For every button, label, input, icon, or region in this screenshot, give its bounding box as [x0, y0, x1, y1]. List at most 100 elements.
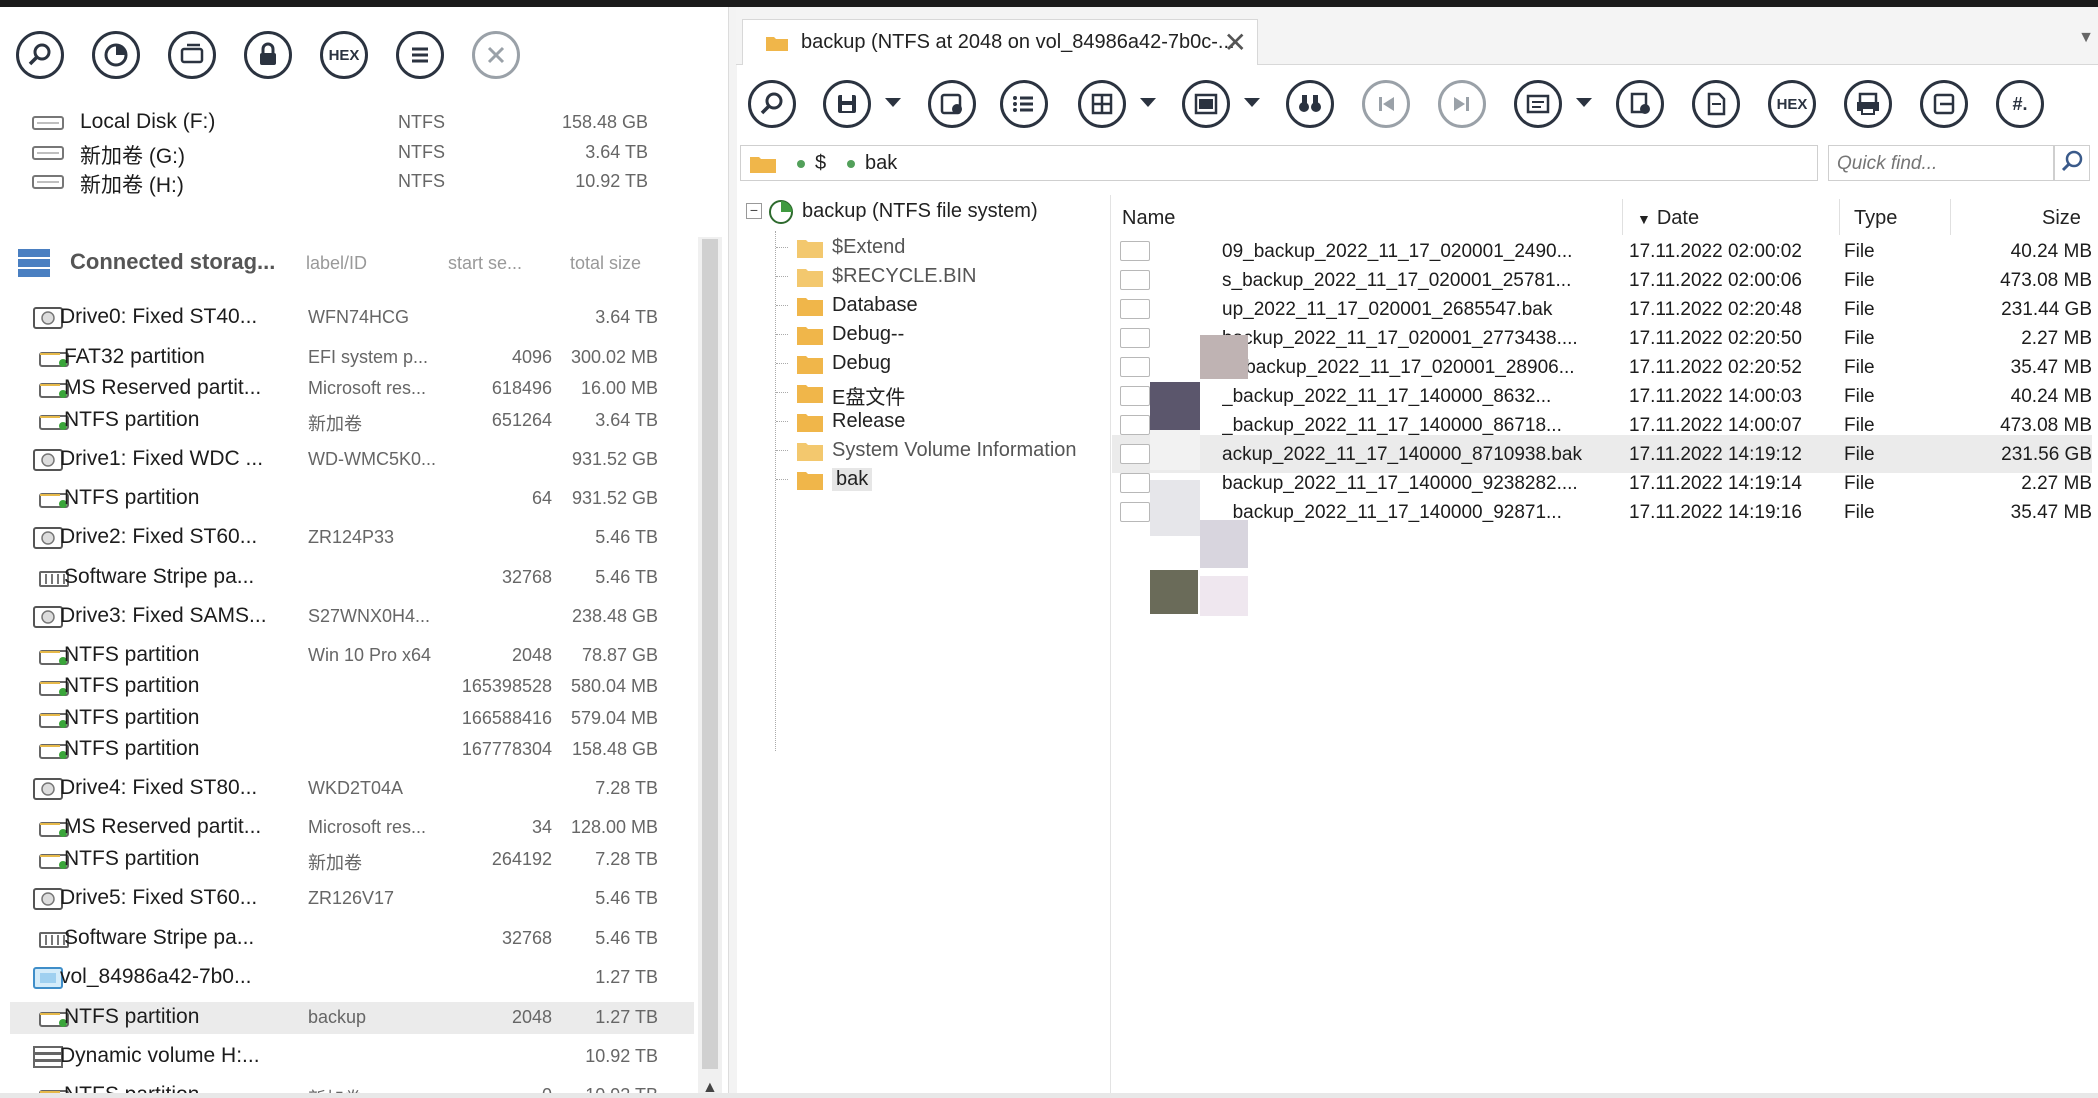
dropdown-arrow-icon[interactable]	[885, 98, 901, 107]
disk-map-button[interactable]	[92, 31, 140, 79]
search-icon	[2061, 150, 2083, 172]
collapse-icon[interactable]: −	[746, 203, 762, 219]
hex-button[interactable]: HEX	[320, 31, 368, 79]
HEX-button[interactable]: HEX	[1768, 80, 1816, 128]
hex-label: HEX	[1776, 95, 1808, 113]
drive-label: Microsoft res...	[308, 378, 427, 398]
drive-row[interactable]: Drive2: Fixed ST60... ZR124P33 5.46 TB	[10, 522, 694, 554]
tree-connector	[776, 421, 788, 422]
quick-find-box[interactable]	[1828, 145, 2054, 181]
drive-label: 新加卷	[308, 853, 362, 873]
dropdown-arrow-icon[interactable]	[1140, 98, 1156, 107]
drive-label: Microsoft res...	[308, 817, 427, 837]
drive-size: 128.00 MB	[570, 817, 658, 837]
tab-backup[interactable]: backup (NTFS at 2048 on vol_84986a42-7b0…	[742, 19, 1258, 65]
next-button[interactable]	[1438, 80, 1486, 128]
file-icon	[1120, 502, 1150, 522]
lock-icon	[260, 42, 276, 65]
file-date: 17.11.2022 02:00:02	[1629, 241, 1802, 262]
checklist-button[interactable]	[1000, 80, 1048, 128]
partition-row[interactable]: FAT32 partition EFI system p... 4096 300.02…	[10, 342, 694, 374]
file-row[interactable]: _backup_2022_11_17_140000_92871... 17.11.…	[1112, 493, 2092, 531]
disk-icon	[32, 175, 64, 189]
logical-disk-row[interactable]: Local Disk (F:) NTFS 158.48 GB	[0, 107, 700, 139]
drive-label: 新加卷	[308, 414, 362, 434]
partition-row[interactable]: Software Stripe pa... 32768 5.46 TB	[10, 562, 694, 594]
file-icon	[1120, 241, 1150, 261]
drive-size: 78.87 GB	[581, 645, 658, 665]
search-button[interactable]	[748, 80, 796, 128]
logical-disk-row[interactable]: 新加卷 (G:) NTFS 3.64 TB	[0, 137, 700, 169]
drive-label: WD-WMC5K0...	[308, 449, 436, 469]
drive-row[interactable]: Drive3: Fixed SAMS... S27WNX0H4... 238.48 …	[10, 601, 694, 633]
logical-disk-row[interactable]: 新加卷 (H:) NTFS 10.92 TB	[0, 166, 700, 198]
panel-button[interactable]	[1182, 80, 1230, 128]
folder-icon	[797, 327, 823, 345]
drive-row[interactable]: Drive0: Fixed ST40... WFN74HCG 3.64 TB	[10, 302, 694, 334]
list-icon	[412, 47, 428, 63]
partition-row[interactable]: NTFS partition backup 2048 1.27 TB	[10, 1002, 694, 1034]
drive-row[interactable]: Drive5: Fixed ST60... ZR126V17 5.46 TB	[10, 883, 694, 915]
save-button[interactable]	[823, 80, 871, 128]
tree-connector	[776, 305, 788, 306]
quick-find-input[interactable]	[1835, 148, 2039, 180]
prev-button[interactable]	[1362, 80, 1410, 128]
quick-find-button[interactable]	[2054, 145, 2090, 181]
partition-row[interactable]: NTFS partition 新加卷 651264 3.64 TB	[10, 405, 694, 437]
redaction-block	[1150, 430, 1200, 470]
list-splitter[interactable]	[1110, 195, 1111, 1095]
panel-splitter[interactable]	[728, 7, 737, 1098]
partition-row[interactable]: MS Reserved partit... Microsoft res... 618…	[10, 373, 694, 405]
partition-row[interactable]: NTFS partition 167778304 158.48 GB	[10, 734, 694, 766]
total-size-column[interactable]: total size	[570, 253, 641, 274]
folder-icon	[766, 37, 788, 51]
create-image-button[interactable]	[168, 31, 216, 79]
copy-button[interactable]	[1616, 80, 1664, 128]
file-button[interactable]	[1692, 80, 1740, 128]
search-button[interactable]	[16, 31, 64, 79]
drive-row[interactable]: Drive1: Fixed WDC ... WD-WMC5K0... 931.52 …	[10, 444, 694, 476]
path-bar[interactable]: $ bak	[740, 145, 1818, 181]
file-size: 40.24 MB	[2010, 241, 2092, 262]
tree-folder-item[interactable]: bak	[740, 463, 1100, 497]
start-sector-column[interactable]: start se...	[448, 253, 522, 274]
#.-button[interactable]: #.	[1996, 80, 2044, 128]
preview-button[interactable]	[1514, 80, 1562, 128]
file-icon	[1120, 386, 1150, 406]
bottom-edge	[0, 1093, 2098, 1098]
drive-row[interactable]: Drive4: Fixed ST80... WKD2T04A 7.28 TB	[10, 773, 694, 805]
folder-tree: − backup (NTFS file system) $Extend $RECY…	[740, 195, 1110, 1095]
export-button[interactable]	[1920, 80, 1968, 128]
tab-close-icon[interactable]: ✕	[1224, 26, 1247, 59]
list-button[interactable]	[396, 31, 444, 79]
hex-label: HEX	[328, 46, 360, 64]
print-button[interactable]	[1844, 80, 1892, 128]
file-type: File	[1844, 386, 1875, 407]
tree-root[interactable]: − backup (NTFS file system)	[740, 195, 1100, 229]
left-scrollbar[interactable]: ▲	[698, 237, 722, 1098]
partition-row[interactable]: NTFS partition Win 10 Pro x64 2048 78.87 GB	[10, 640, 694, 672]
file-size: 2.27 MB	[2021, 328, 2092, 349]
drive-row[interactable]: vol_84986a42-7b0... 1.27 TB	[10, 962, 694, 994]
dropdown-arrow-icon[interactable]	[1576, 98, 1592, 107]
label-id-column[interactable]: label/ID	[306, 253, 367, 274]
partition-row[interactable]: NTFS partition 165398528 580.04 MB	[10, 671, 694, 703]
close-button[interactable]	[472, 31, 520, 79]
layout-button[interactable]	[1078, 80, 1126, 128]
partition-row[interactable]: NTFS partition 166588416 579.04 MB	[10, 703, 694, 735]
path-folder[interactable]: bak	[865, 152, 897, 175]
tab-menu-icon[interactable]: ▼	[2078, 29, 2094, 47]
binoculars-button[interactable]	[1286, 80, 1334, 128]
file-type: File	[1844, 415, 1875, 436]
recover-button[interactable]	[928, 80, 976, 128]
partition-row[interactable]: NTFS partition 新加卷 264192 7.28 TB	[10, 844, 694, 876]
path-root[interactable]: $	[815, 152, 826, 175]
partition-row[interactable]: NTFS partition 64 931.52 GB	[10, 483, 694, 515]
folder-icon	[797, 472, 823, 490]
lock-button[interactable]	[244, 31, 292, 79]
scrollbar-thumb[interactable]	[702, 239, 718, 1069]
partition-row[interactable]: Software Stripe pa... 32768 5.46 TB	[10, 923, 694, 955]
dropdown-arrow-icon[interactable]	[1244, 98, 1260, 107]
drive-row[interactable]: Dynamic volume H:... 10.92 TB	[10, 1041, 694, 1073]
partition-row[interactable]: MS Reserved partit... Microsoft res... 34 1…	[10, 812, 694, 844]
